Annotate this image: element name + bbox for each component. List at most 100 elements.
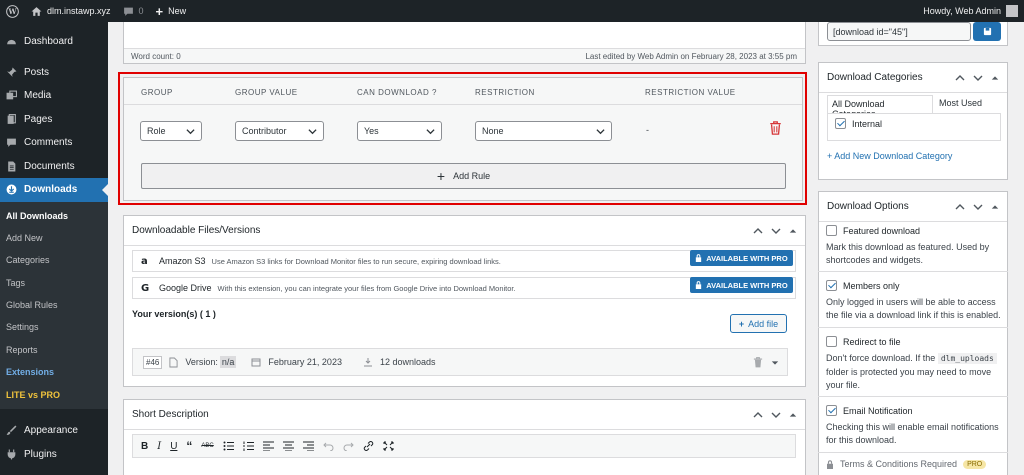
menu-media[interactable]: Media xyxy=(0,84,108,108)
align-right-icon[interactable] xyxy=(302,441,314,451)
redirect-option[interactable]: Redirect to file xyxy=(826,336,901,347)
menu-plugins-label: Plugins xyxy=(24,448,57,460)
add-rule-button[interactable]: + Add Rule xyxy=(141,163,786,189)
available-with-pro-button[interactable]: AVAILABLE WITH PRO xyxy=(690,277,793,293)
can-download-select-value: Yes xyxy=(364,126,379,136)
bullet-list-icon[interactable] xyxy=(223,441,234,451)
link-icon[interactable] xyxy=(363,441,374,451)
lock-icon xyxy=(696,254,702,262)
add-file-button[interactable]: + Add file xyxy=(730,314,787,333)
numbered-list-icon[interactable] xyxy=(243,441,254,451)
new-content-link[interactable]: + New xyxy=(150,0,193,22)
members-option[interactable]: Members only xyxy=(826,280,900,291)
chevron-up-icon[interactable] xyxy=(753,410,763,420)
members-checkbox[interactable] xyxy=(826,280,837,291)
add-new-category-link[interactable]: + Add New Download Category xyxy=(827,151,952,161)
italic-icon[interactable]: I xyxy=(157,441,161,452)
chevron-down-icon[interactable] xyxy=(973,202,983,212)
category-internal-checkbox[interactable] xyxy=(835,118,846,129)
submenu-reports[interactable]: Reports xyxy=(0,339,108,361)
collapse-toggle-icon[interactable] xyxy=(789,411,797,419)
can-download-select[interactable]: Yes xyxy=(357,121,442,141)
menu-documents-label: Documents xyxy=(24,160,75,172)
chevron-down-icon[interactable] xyxy=(771,410,781,420)
submenu-all-downloads[interactable]: All Downloads xyxy=(0,205,108,227)
menu-posts[interactable]: Posts xyxy=(0,61,108,85)
chevron-down-icon[interactable] xyxy=(973,73,983,83)
menu-documents[interactable]: Documents xyxy=(0,155,108,179)
menu-plugins[interactable]: Plugins xyxy=(0,443,108,467)
tab-all-categories[interactable]: All Download Categories xyxy=(827,95,933,119)
chevron-down-icon[interactable] xyxy=(771,226,781,236)
restriction-select[interactable]: None xyxy=(475,121,612,141)
submenu-global-rules[interactable]: Global Rules xyxy=(0,294,108,316)
submenu-categories[interactable]: Categories xyxy=(0,249,108,271)
fullscreen-icon[interactable] xyxy=(383,441,394,451)
redirect-label: Redirect to file xyxy=(843,336,901,347)
menu-downloads[interactable]: Downloads xyxy=(0,178,108,202)
word-count: Word count: 0 xyxy=(131,52,181,61)
group-value-select-value: Contributor xyxy=(242,126,287,136)
trash-icon[interactable] xyxy=(769,121,782,135)
editor-toolbar: B I U “ ABC xyxy=(132,434,796,458)
menu-pages[interactable]: Pages xyxy=(0,108,108,132)
featured-checkbox[interactable] xyxy=(826,225,837,236)
site-name-link[interactable]: dlm.instawp.xyz xyxy=(25,0,117,22)
submenu-extensions[interactable]: Extensions xyxy=(0,361,108,383)
shortcode-input[interactable]: [download id="45"] xyxy=(827,22,971,41)
category-internal[interactable]: Internal xyxy=(835,118,882,129)
comments-count: 0 xyxy=(138,6,144,16)
ext-name-amazon-s3: Amazon S3 xyxy=(159,256,206,266)
pin-icon xyxy=(7,67,17,77)
redo-icon[interactable] xyxy=(343,441,354,451)
undo-icon[interactable] xyxy=(323,441,334,451)
shortcode-value: [download id="45"] xyxy=(833,27,908,37)
submenu-lite-vs-pro[interactable]: LITE vs PRO xyxy=(0,384,108,406)
blockquote-icon[interactable]: “ xyxy=(186,439,192,453)
download-icon xyxy=(6,184,17,195)
editor-footer: Word count: 0 Last edited by Web Admin o… xyxy=(123,22,806,64)
strikethrough-icon[interactable]: ABC xyxy=(201,443,213,449)
trash-icon[interactable] xyxy=(753,357,763,368)
chevron-up-icon[interactable] xyxy=(955,73,965,83)
divider xyxy=(818,452,1008,453)
tab-most-used[interactable]: Most Used xyxy=(939,98,982,108)
menu-comments[interactable]: Comments xyxy=(0,131,108,155)
terms-label: Terms & Conditions Required xyxy=(840,459,958,469)
menu-appearance[interactable]: Appearance xyxy=(0,419,108,443)
chevron-down-icon xyxy=(596,129,605,135)
submenu-tags[interactable]: Tags xyxy=(0,272,108,294)
comments-link[interactable]: 0 xyxy=(117,0,150,22)
copy-shortcode-button[interactable] xyxy=(973,22,1001,41)
collapse-toggle-icon[interactable] xyxy=(991,74,999,82)
available-with-pro-button[interactable]: AVAILABLE WITH PRO xyxy=(690,250,793,266)
account-menu[interactable]: Howdy, Web Admin xyxy=(923,5,1024,17)
featured-option[interactable]: Featured download xyxy=(826,225,920,236)
email-checkbox[interactable] xyxy=(826,405,837,416)
collapse-toggle-icon[interactable] xyxy=(991,203,999,211)
submenu-add-new[interactable]: Add New xyxy=(0,227,108,249)
underline-icon[interactable]: U xyxy=(170,441,177,452)
plus-icon: + xyxy=(155,3,164,19)
versions-label: Your version(s) ( 1 ) xyxy=(132,309,216,319)
menu-media-label: Media xyxy=(24,90,52,102)
align-left-icon[interactable] xyxy=(262,441,274,451)
collapse-toggle-icon[interactable] xyxy=(789,227,797,235)
email-option[interactable]: Email Notification xyxy=(826,405,913,416)
panel-controls xyxy=(955,73,999,83)
wordpress-logo-icon[interactable]: W xyxy=(0,0,25,22)
align-center-icon[interactable] xyxy=(282,441,294,451)
group-select[interactable]: Role xyxy=(140,121,202,141)
group-value-select[interactable]: Contributor xyxy=(235,121,324,141)
version-date: February 21, 2023 xyxy=(268,357,342,367)
chevron-up-icon[interactable] xyxy=(753,226,763,236)
chevron-down-icon xyxy=(186,129,195,135)
submenu-settings[interactable]: Settings xyxy=(0,316,108,338)
calendar-icon xyxy=(251,358,261,367)
menu-dashboard[interactable]: Dashboard xyxy=(0,30,108,54)
redirect-checkbox[interactable] xyxy=(826,336,837,347)
bold-icon[interactable]: B xyxy=(141,441,148,452)
caret-down-icon[interactable] xyxy=(771,360,779,366)
version-row[interactable]: #46 Version: n/a February 21, 2023 12 do… xyxy=(132,348,788,376)
chevron-up-icon[interactable] xyxy=(955,202,965,212)
